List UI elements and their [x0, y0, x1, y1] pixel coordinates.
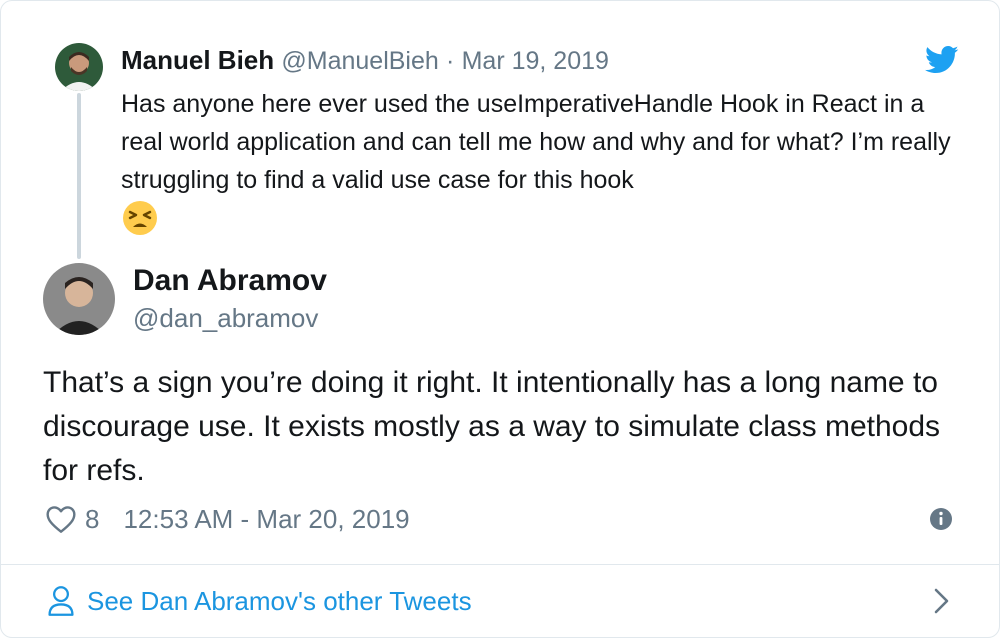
thread-connector-line — [77, 93, 81, 259]
see-other-tweets-link[interactable]: See Dan Abramov's other Tweets — [47, 581, 472, 621]
person-icon — [48, 586, 74, 616]
tired-face-emoji-icon — [121, 199, 159, 237]
twitter-bird-icon[interactable] — [925, 45, 959, 75]
embedded-tweet-card: Manuel Bieh @ManuelBieh · Mar 19, 2019 H… — [0, 0, 1000, 638]
parent-tweet-header: Manuel Bieh @ManuelBieh · Mar 19, 2019 — [121, 45, 609, 76]
parent-tweet-date[interactable]: Mar 19, 2019 — [462, 47, 609, 75]
like-count: 8 — [85, 503, 100, 534]
see-other-tweets-label: See Dan Abramov's other Tweets — [87, 585, 472, 616]
parent-author-name[interactable]: Manuel Bieh — [121, 45, 274, 75]
header-separator: · — [446, 47, 455, 75]
tweet-meta-row: 8 12:53 AM - Mar 20, 2019 — [45, 501, 410, 537]
parent-author-handle[interactable]: @ManuelBieh — [281, 47, 438, 75]
heart-icon — [46, 506, 76, 533]
parent-tweet-text: Has anyone here ever used the useImperat… — [121, 85, 961, 240]
info-icon[interactable] — [929, 507, 953, 531]
main-author-handle[interactable]: @dan_abramov — [133, 302, 318, 334]
tweet-timestamp[interactable]: 12:53 AM - Mar 20, 2019 — [123, 504, 409, 535]
parent-tweet-body: Has anyone here ever used the useImperat… — [121, 90, 951, 194]
main-tweet-text: That’s a sign you’re doing it right. It … — [43, 366, 941, 487]
parent-author-avatar[interactable] — [55, 43, 103, 91]
main-author-name[interactable]: Dan Abramov — [133, 263, 327, 299]
like-button[interactable]: 8 — [45, 504, 123, 535]
main-author-avatar[interactable] — [43, 263, 115, 335]
chevron-right-icon[interactable] — [931, 587, 953, 615]
footer-divider — [1, 564, 999, 565]
